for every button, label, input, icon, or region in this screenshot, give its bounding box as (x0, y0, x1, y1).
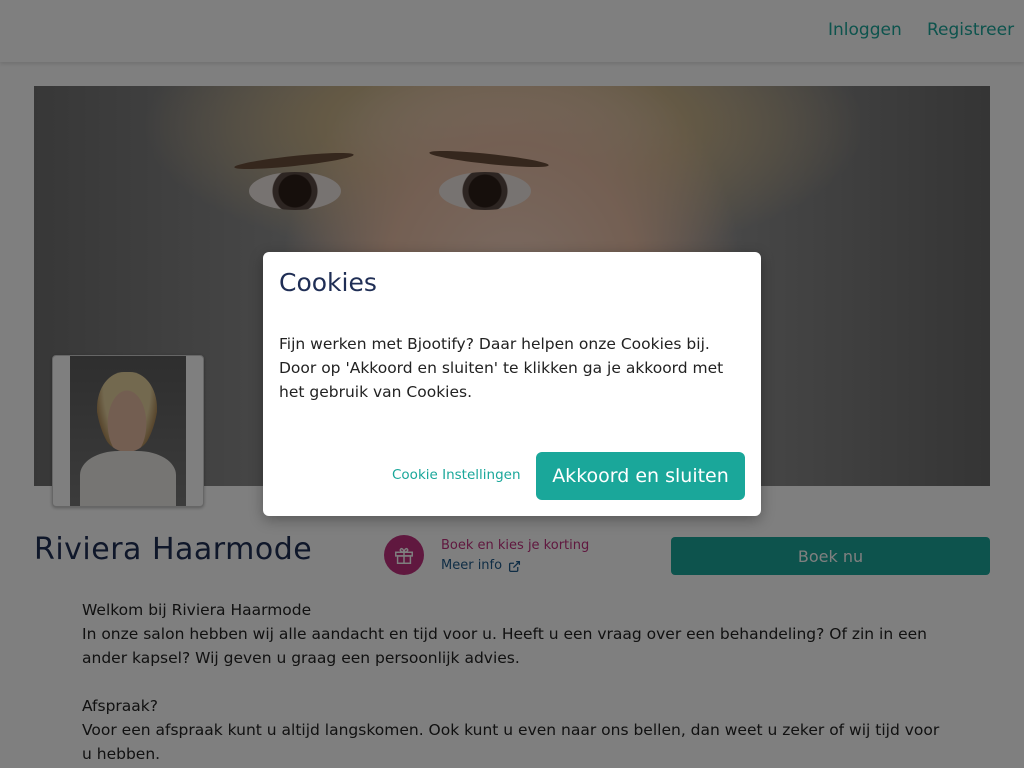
cookie-dialog-body: Fijn werken met Bjootify? Daar helpen on… (279, 335, 724, 401)
cookie-settings-button[interactable]: Cookie Instellingen (392, 467, 521, 483)
cookie-dialog: Cookies Fijn werken met Bjootify? Daar h… (263, 252, 761, 516)
accept-and-close-button[interactable]: Akkoord en sluiten (536, 452, 745, 500)
cookie-dialog-title: Cookies (279, 268, 377, 297)
